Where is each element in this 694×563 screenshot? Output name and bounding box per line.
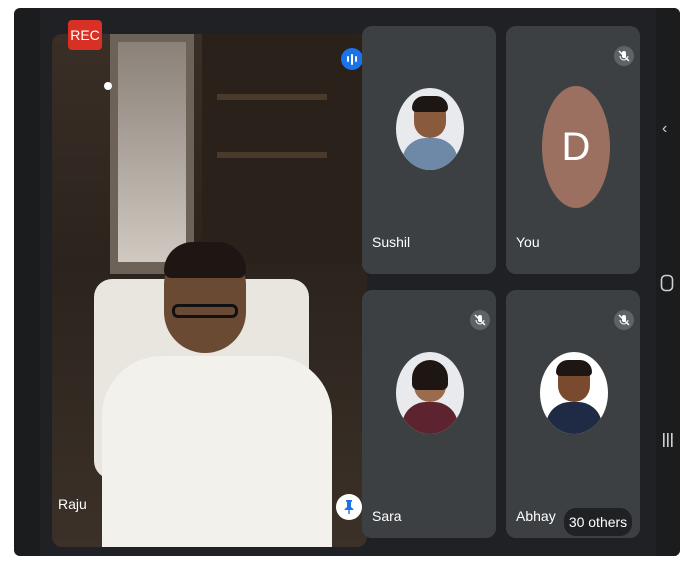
speaker-body — [102, 356, 332, 547]
home-icon[interactable] — [660, 274, 674, 297]
others-count-button[interactable]: 30 others — [564, 508, 632, 536]
mic-off-icon — [614, 310, 634, 330]
recording-badge: REC — [68, 20, 102, 50]
portrait-frame — [110, 34, 194, 274]
shelf-board — [217, 94, 327, 100]
speaker-glasses — [172, 304, 238, 318]
participant-name: You — [516, 234, 540, 250]
avatar — [396, 88, 464, 170]
participant-tile-sara[interactable]: Sara — [362, 290, 496, 538]
participant-name: Sara — [372, 508, 402, 524]
light-spot — [104, 82, 112, 90]
speaker-hair — [164, 242, 246, 278]
phone-frame: REC Raju Sushil D You Sara Abhay 30 othe… — [14, 8, 680, 556]
recents-icon[interactable] — [661, 432, 675, 453]
shelf-board — [217, 152, 327, 158]
avatar: D — [542, 86, 610, 208]
participant-tile-you[interactable]: D You — [506, 26, 640, 274]
system-nav-bar: ‹ — [656, 8, 680, 556]
audio-wave-icon — [341, 48, 363, 70]
avatar — [540, 352, 608, 434]
pin-icon[interactable] — [336, 494, 362, 520]
mic-off-icon — [614, 46, 634, 66]
participant-name: Sushil — [372, 234, 411, 250]
back-icon[interactable]: ‹ — [662, 120, 667, 138]
mic-off-icon — [470, 310, 490, 330]
main-speaker-name: Raju — [58, 496, 87, 512]
background-shelf — [202, 34, 367, 264]
main-speaker-tile[interactable] — [52, 34, 367, 547]
participant-tile-abhay[interactable]: Abhay 30 others — [506, 290, 640, 538]
avatar — [396, 352, 464, 434]
participant-tile-sushil[interactable]: Sushil — [362, 26, 496, 274]
participant-name: Abhay — [516, 508, 556, 524]
